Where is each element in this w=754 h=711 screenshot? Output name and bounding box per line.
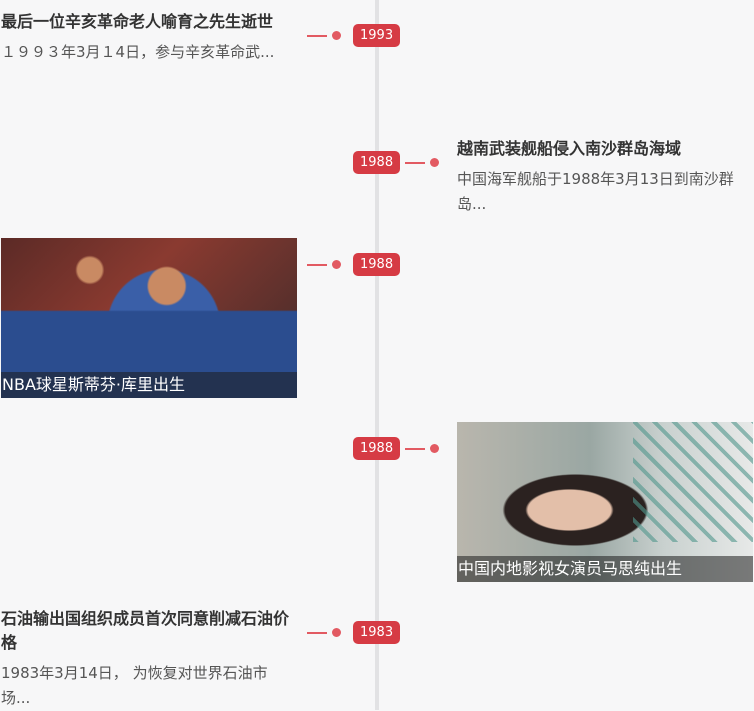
year-badge: 1988	[353, 437, 401, 460]
year-badge: 1988	[353, 151, 401, 174]
event-description: 1983年3月14日， 为恢复对世界石油市场...	[1, 664, 268, 707]
photo-caption[interactable]: 中国内地影视女演员马思纯出生	[457, 556, 753, 582]
event-photo-card[interactable]: 中国内地影视女演员马思纯出生	[457, 422, 753, 582]
timeline-axis	[375, 0, 379, 710]
event-title[interactable]: 越南武装舰船侵入南沙群岛海域	[457, 137, 747, 161]
timeline-dot	[332, 628, 341, 637]
year-badge: 1993	[353, 24, 401, 47]
year-badge: 1983	[353, 621, 401, 644]
connector-line	[307, 35, 327, 37]
event-title[interactable]: 石油输出国组织成员首次同意削减石油价格	[1, 607, 291, 655]
timeline-dot	[430, 444, 439, 453]
event-card-1983[interactable]: 石油输出国组织成员首次同意削减石油价格 1983年3月14日， 为恢复对世界石油…	[1, 607, 291, 711]
connector-line	[405, 162, 425, 164]
timeline-dot	[430, 158, 439, 167]
connector-line	[307, 264, 327, 266]
event-photo-card[interactable]: NBA球星斯蒂芬·库里出生	[1, 238, 297, 398]
event-title[interactable]: 最后一位辛亥革命老人喻育之先生逝世	[1, 10, 291, 34]
photo-caption[interactable]: NBA球星斯蒂芬·库里出生	[1, 372, 297, 398]
timeline-dot	[332, 31, 341, 40]
timeline-dot	[332, 260, 341, 269]
event-card-1993[interactable]: 最后一位辛亥革命老人喻育之先生逝世 １９９３年3月１4日，参与辛亥革命武...	[1, 10, 291, 65]
year-badge: 1988	[353, 253, 401, 276]
event-card-1988[interactable]: 越南武装舰船侵入南沙群岛海域 中国海军舰船于1988年3月13日到南沙群岛...	[457, 137, 747, 217]
connector-line	[307, 632, 327, 634]
event-description: １９９３年3月１4日，参与辛亥革命武...	[1, 43, 275, 61]
event-description: 中国海军舰船于1988年3月13日到南沙群岛...	[457, 170, 734, 213]
photo-background	[633, 422, 753, 542]
connector-line	[405, 448, 425, 450]
